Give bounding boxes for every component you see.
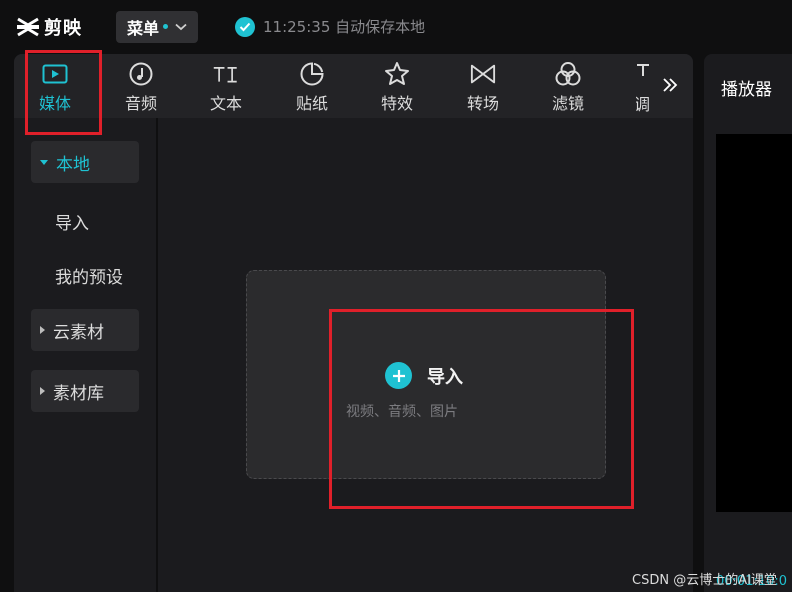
- sidebar-item-import[interactable]: 导入: [55, 209, 89, 234]
- tab-adjust-label: 调: [636, 95, 650, 114]
- caret-down-icon: [40, 159, 48, 165]
- tab-text[interactable]: 文本: [191, 54, 261, 118]
- tab-transition-label: 转场: [466, 94, 499, 113]
- text-icon: [213, 61, 239, 87]
- more-tabs-button[interactable]: [655, 70, 685, 100]
- tab-audio-label: 音频: [124, 94, 157, 113]
- sidebar-item-library-label: 素材库: [53, 383, 104, 404]
- tab-sticker[interactable]: 贴纸: [277, 54, 347, 118]
- tab-text-label: 文本: [209, 94, 242, 113]
- player-screen[interactable]: [716, 134, 792, 512]
- check-icon: [235, 16, 255, 37]
- tab-adjust-partial[interactable]: 调: [636, 54, 650, 118]
- sidebar-item-cloud[interactable]: 云素材: [31, 309, 139, 351]
- autosave-status: 11:25:35 自动保存本地: [235, 16, 425, 37]
- menu-label: 菜单: [127, 19, 160, 38]
- tab-filter[interactable]: 滤镜: [533, 54, 603, 118]
- sidebar-item-local-label: 本地: [56, 154, 90, 175]
- sidebar-item-library[interactable]: 素材库: [31, 370, 139, 412]
- sparkle-star-icon: [384, 61, 410, 87]
- filter-icon: [555, 61, 581, 87]
- sidebar-item-cloud-label: 云素材: [53, 322, 104, 343]
- highlight-box-media-tab: [25, 50, 102, 135]
- tab-effects[interactable]: 特效: [362, 54, 432, 118]
- player-panel: 播放器 00:01:10:0: [704, 54, 792, 592]
- app-name: 剪映: [44, 18, 82, 39]
- watermark: CSDN @云博士的AI课堂: [632, 573, 777, 588]
- sidebar-item-my-presets[interactable]: 我的预设: [55, 263, 123, 288]
- tab-transition[interactable]: 转场: [448, 54, 518, 118]
- caret-right-icon: [40, 387, 45, 395]
- tab-audio[interactable]: 音频: [106, 54, 176, 118]
- notification-dot: [163, 23, 169, 29]
- chevron-down-icon: [175, 23, 187, 31]
- sidebar-item-local[interactable]: 本地: [31, 141, 139, 183]
- player-title: 播放器: [721, 80, 772, 100]
- double-chevron-right-icon: [663, 78, 678, 92]
- top-bar: 剪映 菜单 11:25:35 自动保存本地: [0, 0, 792, 54]
- tab-sticker-label: 贴纸: [295, 94, 328, 113]
- category-tabs: 媒体 音频 文本 贴纸 特效 转场 滤镜 调: [14, 54, 693, 118]
- app-logo: 剪映: [16, 14, 82, 40]
- sticker-icon: [299, 61, 325, 87]
- caret-right-icon: [40, 326, 45, 334]
- autosave-text: 11:25:35 自动保存本地: [263, 18, 426, 36]
- menu-button[interactable]: 菜单: [116, 11, 198, 43]
- capcut-logo-icon: [17, 17, 39, 37]
- music-note-icon: [128, 61, 154, 87]
- tab-effects-label: 特效: [380, 94, 413, 113]
- tab-filter-label: 滤镜: [551, 94, 584, 113]
- highlight-box-import: [329, 309, 634, 509]
- media-sidebar: 本地 导入 我的预设 云素材 素材库: [14, 118, 158, 592]
- transition-icon: [470, 61, 496, 87]
